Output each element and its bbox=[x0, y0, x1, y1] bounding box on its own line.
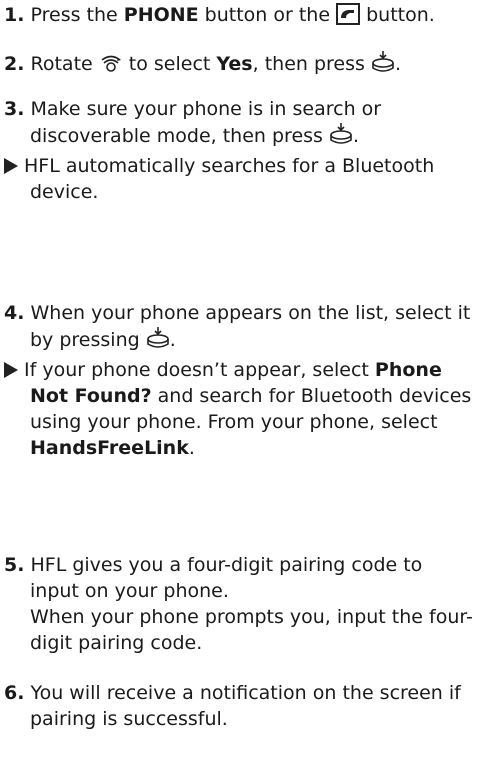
selector-knob-press-icon bbox=[371, 50, 395, 81]
step-4: 4. When your phone appears on the list, … bbox=[4, 300, 474, 461]
step-number: 6. bbox=[4, 682, 25, 704]
phone-button-label: PHONE bbox=[123, 4, 199, 26]
step-text: You will receive a notification on the s… bbox=[30, 682, 461, 730]
step-extra-text: When your phone prompts you, input the f… bbox=[30, 606, 473, 654]
phone-button-icon bbox=[336, 3, 361, 32]
result-arrow-icon bbox=[4, 158, 18, 174]
step-number: 5. bbox=[4, 554, 25, 576]
step-text: button or the bbox=[198, 4, 337, 26]
step-6: 6. You will receive a notification on th… bbox=[4, 680, 474, 732]
step-text: HFL gives you a four-digit pairing code … bbox=[30, 554, 423, 602]
step-text: to select bbox=[122, 53, 217, 75]
step-text: Rotate bbox=[30, 53, 99, 75]
step-text: button. bbox=[360, 4, 435, 26]
step-number: 1. bbox=[4, 4, 25, 26]
step-text: . bbox=[394, 53, 401, 75]
selector-knob-press-icon bbox=[329, 122, 353, 153]
step-2: 2. Rotate to select Yes, then press . bbox=[4, 50, 474, 81]
result-text: HFL automatically searches for a Bluetoo… bbox=[24, 155, 435, 203]
step-1: 1. Press the PHONE button or the button. bbox=[4, 2, 474, 32]
step-5: 5. HFL gives you a four-digit pairing co… bbox=[4, 552, 474, 656]
result-text: . bbox=[188, 437, 195, 459]
step-text: . bbox=[352, 125, 360, 147]
step-number: 2. bbox=[4, 53, 25, 75]
step-text: Press the bbox=[30, 4, 124, 26]
step-text: When your phone appears on the list, sel… bbox=[30, 302, 471, 351]
handsfreelink-device-name: HandsFreeLink bbox=[30, 437, 189, 459]
step-number: 4. bbox=[4, 302, 25, 324]
step-3: 3. Make sure your phone is in search or … bbox=[4, 96, 474, 205]
yes-option: Yes bbox=[216, 53, 253, 75]
step-number: 3. bbox=[4, 98, 25, 120]
selector-knob-press-icon bbox=[146, 326, 170, 357]
step-text: . bbox=[169, 329, 176, 351]
step-text: , then press bbox=[252, 53, 371, 75]
result-text: If your phone doesn’t appear, select bbox=[24, 359, 375, 381]
result-arrow-icon bbox=[4, 362, 18, 378]
selector-knob-rotate-icon bbox=[99, 52, 123, 81]
